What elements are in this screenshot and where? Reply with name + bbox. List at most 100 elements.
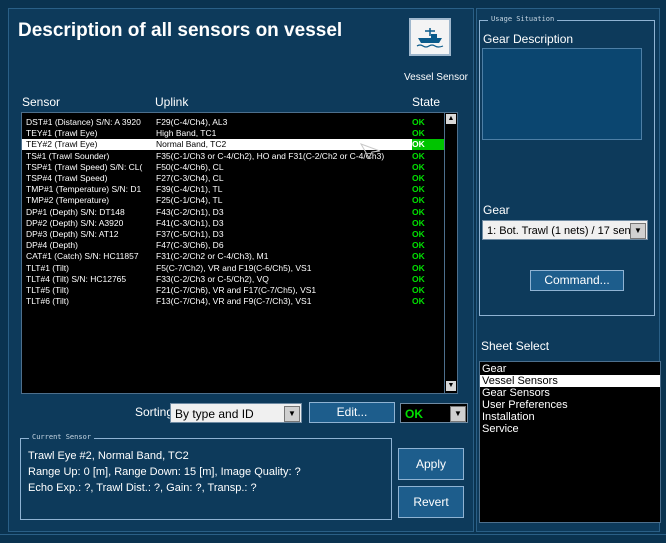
sensor-row[interactable]: TEY#1 (Trawl Eye) High Band, TC1 OK — [22, 128, 446, 139]
sensor-row[interactable]: DP#2 (Depth) S/N: A3920 F41(C-3/Ch1), D3 O… — [22, 218, 446, 229]
sensor-uplink-cell: F31(C-2/Ch2 or C-4/Ch3), M1 — [156, 251, 269, 262]
sensor-state-cell: OK — [412, 296, 425, 307]
sensor-list[interactable]: DST#1 (Distance) S/N: A 3920 F29(C-4/Ch4)… — [21, 112, 458, 394]
sensor-state-cell: OK — [412, 285, 425, 295]
state-value: OK — [405, 407, 423, 421]
sensor-uplink-cell: High Band, TC1 — [156, 128, 217, 139]
sorting-value: By type and ID — [175, 407, 254, 421]
sensor-row[interactable]: TSP#4 (Trawl Speed) F27(C-3/Ch4), CL OK — [22, 173, 446, 184]
sensor-name-cell: TS#1 (Trawl Sounder) — [26, 150, 110, 161]
sensor-list-scrollbar[interactable]: ▲ ▼ — [444, 113, 457, 393]
sensor-state-cell: OK — [412, 117, 425, 127]
column-header-sensor[interactable]: Sensor — [22, 95, 60, 109]
dropdown-arrow-icon[interactable]: ▼ — [630, 223, 646, 239]
sensor-row[interactable]: DP#3 (Depth) S/N: AT12 F37(C-5/Ch1), D3 OK — [22, 229, 446, 240]
sheet-item[interactable]: Gear Sensors — [480, 387, 660, 399]
sensor-row[interactable]: TEY#2 (Trawl Eye) Normal Band, TC2 OK — [22, 139, 446, 151]
sensor-uplink-cell: F50(C-4/Ch6), CL — [156, 161, 224, 172]
sensor-name-cell: TEY#1 (Trawl Eye) — [26, 128, 98, 139]
sensor-state-cell: OK — [412, 262, 425, 273]
sheet-item[interactable]: Gear — [480, 363, 660, 375]
sensor-name-cell: DP#2 (Depth) S/N: A3920 — [26, 217, 124, 228]
usage-situation-label: Usage Situation — [488, 15, 558, 23]
sensor-uplink-cell: F39(C-4/Ch1), TL — [156, 184, 223, 195]
sensor-name-cell: TLT#5 (Tilt) — [26, 285, 69, 295]
sensor-uplink-cell: F13(C-7/Ch4), VR and F9(C-7/Ch3), VS1 — [156, 296, 312, 307]
sensor-row[interactable]: TS#1 (Trawl Sounder) F35(C-1/Ch3 or C-4/C… — [22, 151, 446, 162]
scroll-up-icon[interactable]: ▲ — [446, 114, 456, 124]
sensor-uplink-cell: F41(C-3/Ch1), D3 — [156, 217, 224, 228]
gear-value: 1: Bot. Trawl (1 nets) / 17 senso — [487, 225, 633, 237]
sheet-select-label: Sheet Select — [481, 339, 550, 353]
sensor-name-cell: TMP#2 (Temperature) — [26, 195, 110, 206]
sheet-item[interactable]: User Preferences — [480, 399, 660, 411]
sensor-row[interactable]: TLT#6 (Tilt) F13(C-7/Ch4), VR and F9(C-7/… — [22, 296, 446, 307]
sensor-uplink-cell: F25(C-1/Ch4), TL — [156, 195, 223, 206]
sorting-label: Sorting — [135, 405, 174, 419]
sensor-row[interactable]: DST#1 (Distance) S/N: A 3920 F29(C-4/Ch4)… — [22, 117, 446, 128]
vessel-sensor-label: Vessel Sensor — [404, 72, 468, 83]
sensor-row[interactable]: TLT#4 (Tilt) S/N: HC12765 F33(C-2/Ch3 or … — [22, 274, 446, 285]
command-button[interactable]: Command... — [530, 270, 624, 291]
sensor-state-cell: OK — [412, 173, 425, 183]
sensor-name-cell: TEY#2 (Trawl Eye) — [26, 139, 98, 150]
sensor-state-cell: OK — [412, 251, 425, 262]
vessel-sensor-button[interactable] — [409, 18, 451, 56]
current-sensor-group: Current Sensor Trawl Eye #2, Normal Band… — [20, 433, 392, 520]
sensor-row[interactable]: TLT#5 (Tilt) F21(C-7/Ch6), VR and F17(C-7… — [22, 285, 446, 296]
sheet-select-list[interactable]: Gear Vessel Sensors Gear Sensors User Prefe… — [479, 361, 661, 523]
dropdown-arrow-icon[interactable]: ▼ — [450, 406, 466, 422]
sensor-uplink-cell: F43(C-2/Ch1), D3 — [156, 206, 224, 217]
sensor-uplink-cell: F33(C-2/Ch3 or C-5/Ch2), VQ — [156, 273, 269, 284]
current-sensor-line-2: Range Up: 0 [m], Range Down: 15 [m], Ima… — [28, 466, 301, 478]
sensor-name-cell: TSP#1 (Trawl Speed) S/N: CL( — [26, 161, 143, 172]
sensor-row[interactable]: TSP#1 (Trawl Speed) S/N: CL( F50(C-4/Ch6)… — [22, 162, 446, 173]
gear-description-field[interactable] — [482, 48, 642, 140]
apply-button[interactable]: Apply — [398, 448, 464, 480]
sensor-row[interactable]: TMP#1 (Temperature) S/N: D1 F39(C-4/Ch1),… — [22, 184, 446, 195]
sensor-name-cell: TLT#4 (Tilt) S/N: HC12765 — [26, 273, 127, 284]
revert-button[interactable]: Revert — [398, 486, 464, 518]
sensor-state-cell: OK — [412, 229, 425, 239]
sensor-uplink-cell: F5(C-7/Ch2), VR and F19(C-6/Ch5), VS1 — [156, 262, 312, 273]
sensor-name-cell: DP#1 (Depth) S/N: DT148 — [26, 206, 125, 217]
column-header-state[interactable]: State — [412, 95, 440, 109]
sensor-state-cell: OK — [412, 273, 425, 284]
dropdown-arrow-icon[interactable]: ▼ — [284, 406, 300, 422]
sensor-row[interactable]: TLT#1 (Tilt) F5(C-7/Ch2), VR and F19(C-6/… — [22, 263, 446, 274]
sensor-uplink-cell: F27(C-3/Ch4), CL — [156, 173, 224, 183]
sheet-item[interactable]: Installation — [480, 411, 660, 423]
state-select[interactable]: OK ▼ — [400, 403, 468, 423]
sensor-name-cell: TLT#6 (Tilt) — [26, 296, 69, 307]
vessel-icon — [416, 28, 444, 48]
gear-select[interactable]: 1: Bot. Trawl (1 nets) / 17 senso ▼ — [482, 220, 648, 240]
sensor-name-cell: DST#1 (Distance) S/N: A 3920 — [26, 117, 141, 127]
sensor-uplink-cell: F29(C-4/Ch4), AL3 — [156, 117, 228, 127]
sensor-name-cell: TSP#4 (Trawl Speed) — [26, 173, 108, 183]
scroll-down-icon[interactable]: ▼ — [446, 381, 456, 391]
current-sensor-line-3: Echo Exp.: ?, Trawl Dist.: ?, Gain: ?, T… — [28, 482, 257, 494]
sensor-name-cell: TMP#1 (Temperature) S/N: D1 — [26, 184, 142, 195]
gear-description-label: Gear Description — [483, 32, 574, 46]
sensor-row[interactable]: CAT#1 (Catch) S/N: HC11857 F31(C-2/Ch2 or… — [22, 251, 446, 262]
sensor-uplink-cell: F21(C-7/Ch6), VR and F17(C-7/Ch5), VS1 — [156, 285, 317, 295]
sheet-item[interactable]: Service — [480, 423, 660, 435]
sensor-row[interactable]: DP#1 (Depth) S/N: DT148 F43(C-2/Ch1), D3 O… — [22, 207, 446, 218]
sensor-state-cell: OK — [412, 206, 425, 217]
sheet-item[interactable]: Vessel Sensors — [480, 375, 660, 387]
mouse-cursor-icon — [360, 143, 381, 159]
sensor-state-cell: OK — [412, 161, 425, 172]
sensor-name-cell: TLT#1 (Tilt) — [26, 262, 69, 273]
page-title: Description of all sensors on vessel — [18, 20, 343, 41]
sensor-state-cell: OK — [412, 150, 425, 161]
current-sensor-group-label: Current Sensor — [29, 433, 95, 441]
sensor-state-cell: OK — [412, 195, 425, 206]
sensor-state-cell: OK — [412, 128, 425, 139]
sensor-row[interactable]: DP#4 (Depth) F47(C-3/Ch6), D6 OK — [22, 240, 446, 251]
edit-button[interactable]: Edit... — [309, 402, 395, 423]
column-header-uplink[interactable]: Uplink — [155, 95, 188, 109]
sensor-row[interactable]: TMP#2 (Temperature) F25(C-1/Ch4), TL OK — [22, 195, 446, 206]
current-sensor-line-1: Trawl Eye #2, Normal Band, TC2 — [28, 450, 189, 462]
sorting-select[interactable]: By type and ID ▼ — [170, 403, 302, 423]
sensor-name-cell: CAT#1 (Catch) S/N: HC11857 — [26, 251, 139, 262]
